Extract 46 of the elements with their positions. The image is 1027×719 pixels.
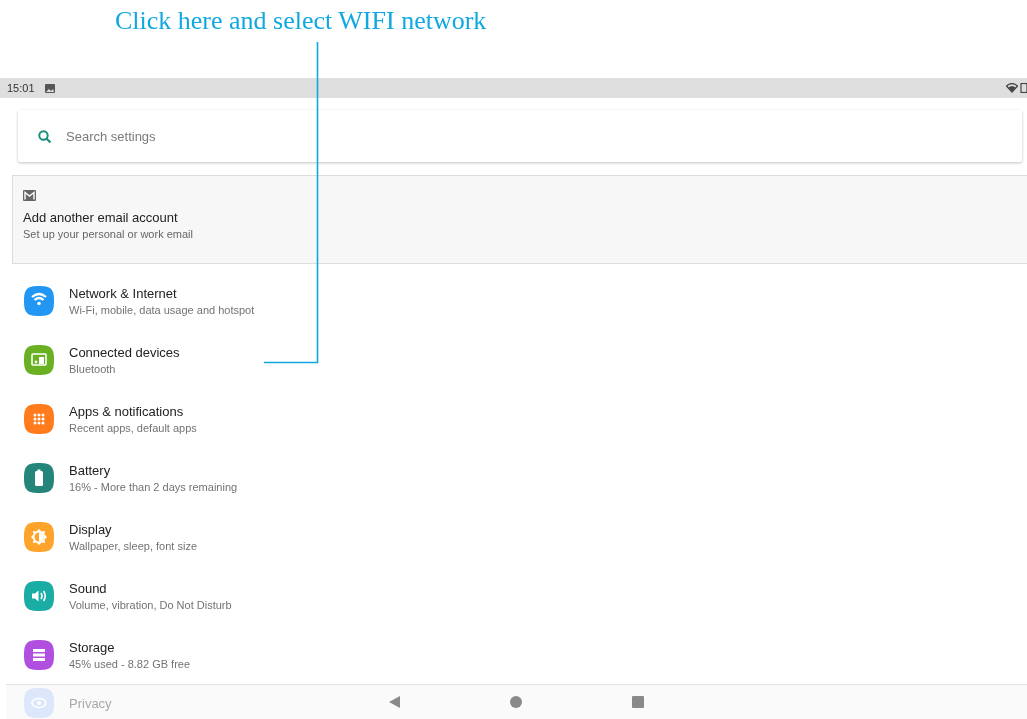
- settings-item[interactable]: Storage 45% used - 8.82 GB free: [24, 625, 191, 684]
- wifi-signal-icon: [1006, 83, 1018, 93]
- item-subtitle: Bluetooth: [69, 362, 117, 375]
- square-icon: [632, 696, 644, 708]
- item-title: Privacy: [69, 695, 112, 711]
- settings-item[interactable]: Display Wallpaper, sleep, font size: [24, 507, 197, 566]
- settings-item[interactable]: Sound Volume, vibration, Do Not Disturb: [24, 566, 232, 625]
- settings-item[interactable]: Connected devices Bluetooth: [24, 330, 180, 389]
- item-title: Apps & notifications: [69, 403, 185, 419]
- account-suggestion-card[interactable]: Add another email account Set up your personal or work email: [12, 175, 1027, 264]
- brightness-icon: [24, 521, 54, 552]
- suggestion-title: Add another email account: [23, 210, 178, 225]
- suggestion-subtitle: Set up your personal or work email: [23, 228, 193, 240]
- speaker-icon: [24, 580, 54, 611]
- item-subtitle: 16% - More than 2 days remaining: [69, 480, 238, 493]
- search-bar[interactable]: Search settings: [18, 110, 1022, 162]
- wifi-icon: [24, 285, 54, 316]
- battery-icon: [24, 462, 54, 493]
- mail-icon: [23, 190, 36, 201]
- home-button[interactable]: [510, 696, 522, 708]
- grid-icon: [24, 403, 54, 434]
- item-title: Connected devices: [69, 344, 180, 360]
- settings-item[interactable]: Apps & notifications Recent apps, default apps: [24, 389, 197, 448]
- item-subtitle: Wallpaper, sleep, font size: [69, 539, 197, 552]
- settings-item[interactable]: Battery 16% - More than 2 days remaining: [24, 448, 238, 507]
- back-button[interactable]: [389, 696, 400, 708]
- item-subtitle: Volume, vibration, Do Not Disturb: [69, 598, 232, 611]
- item-title: Display: [69, 521, 113, 537]
- annotation-text: Click here and select WIFI network: [115, 6, 487, 35]
- item-title: Network & Internet: [69, 285, 178, 301]
- search-icon: [38, 129, 51, 143]
- item-subtitle: 45% used - 8.82 GB free: [69, 657, 191, 670]
- image-notification-icon: [44, 83, 55, 93]
- settings-item[interactable]: Network & Internet Wi-Fi, mobile, data usage and hotspot: [24, 271, 255, 330]
- circle-icon: [510, 696, 522, 708]
- item-subtitle: Recent apps, default apps: [69, 421, 197, 434]
- item-title: Sound: [69, 580, 108, 596]
- item-title: Battery: [69, 462, 112, 478]
- item-title: Storage: [69, 639, 116, 655]
- battery-icon: [1020, 83, 1027, 93]
- storage-icon: [24, 639, 54, 670]
- item-subtitle: Wi-Fi, mobile, data usage and hotspot: [69, 303, 255, 316]
- status-time: 15:01: [7, 82, 35, 94]
- triangle-icon: [389, 696, 400, 708]
- search-field[interactable]: Search settings: [66, 128, 466, 144]
- devices-icon: [24, 344, 54, 375]
